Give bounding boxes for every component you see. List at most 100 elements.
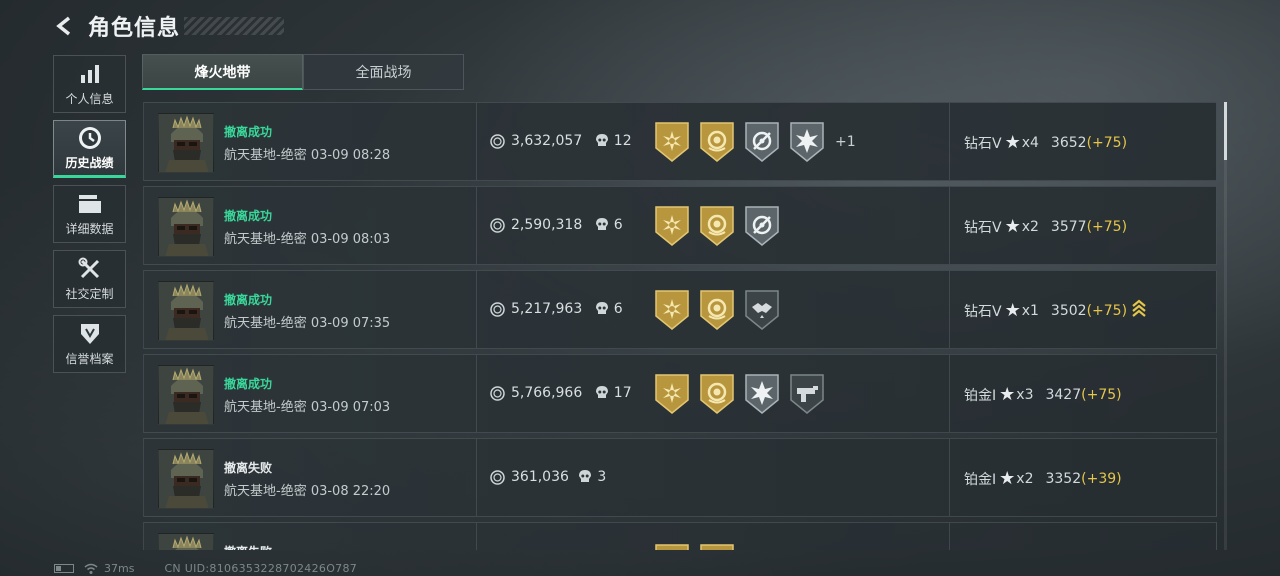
operator-avatar <box>158 449 214 509</box>
gold-sun-badge-icon[interactable] <box>654 544 690 550</box>
dark-gun-badge-icon[interactable] <box>789 374 825 414</box>
match-record-row[interactable]: 撤离成功 航天基地-绝密 03-09 07:03 5,766,966 17 铂金I ★ x3… <box>143 354 1217 433</box>
extraction-status: 撤离成功 <box>224 377 273 391</box>
rank-score: 3502 <box>1050 303 1087 319</box>
tab-full-battlefield[interactable]: 全面战场 <box>303 54 464 90</box>
scrollbar[interactable] <box>1224 102 1227 550</box>
rank-tier: 钻石V <box>964 304 1002 320</box>
achievement-badges <box>654 374 834 414</box>
coin-icon <box>490 134 505 149</box>
back-button[interactable] <box>52 13 78 39</box>
match-record-row[interactable]: 撤离成功 航天基地-绝密 03-09 07:35 5,217,963 6 钻石V ★ x1 3… <box>143 270 1217 349</box>
map-and-time: 航天基地-绝密 03-09 08:28 <box>224 148 391 163</box>
star-count: x4 <box>1021 135 1039 151</box>
loot-value: 5,217,963 <box>511 301 583 317</box>
star-icon: ★ <box>999 468 1016 489</box>
tab-warfire-zone[interactable]: 烽火地带 <box>142 54 303 90</box>
scroll-thumb[interactable] <box>1224 102 1227 160</box>
star-count: x2 <box>1016 471 1034 487</box>
achievement-badges <box>654 206 789 246</box>
achievement-badges <box>654 290 789 330</box>
map-and-time: 航天基地-绝密 03-09 07:35 <box>224 316 391 331</box>
silver-burst-badge-icon[interactable] <box>744 374 780 414</box>
sidebar: 个人信息 历史战绩 详细数据 社交定制 信誉档案 <box>53 55 127 380</box>
column-divider <box>476 103 477 180</box>
skull-icon <box>595 133 609 149</box>
operator-avatar <box>158 281 214 341</box>
extraction-status: 撤离成功 <box>224 293 273 307</box>
rank-up-chevron-icon <box>1132 298 1146 318</box>
operator-avatar <box>158 365 214 425</box>
gold-sun-badge-icon[interactable] <box>654 206 690 246</box>
star-icon: ★ <box>1004 300 1021 321</box>
match-history-list: 撤离成功 航天基地-绝密 03-09 08:28 3,632,057 12 +1 钻石V ★… <box>143 102 1217 550</box>
gold-wreath-badge-icon[interactable] <box>699 122 735 162</box>
dark-handshake-badge-icon[interactable] <box>744 290 780 330</box>
rank-tier: 钻石V <box>964 136 1002 152</box>
skull-icon <box>595 385 609 401</box>
match-record-row[interactable]: 撤离失败 航天基地-绝密 03-08 22:20 361,036 3 铂金I ★ x2 335… <box>143 438 1217 517</box>
gold-wreath-badge-icon[interactable] <box>699 290 735 330</box>
score-delta: (+75) <box>1086 219 1128 235</box>
kill-count: 3 <box>597 469 607 485</box>
match-record-row[interactable]: 撤离成功 航天基地-绝密 03-09 08:03 2,590,318 6 钻石V ★ x2 3… <box>143 186 1217 265</box>
match-record-row[interactable]: 撤离成功 航天基地-绝密 03-09 08:28 3,632,057 12 +1 钻石V ★… <box>143 102 1217 181</box>
title-decoration <box>184 17 285 35</box>
back-arrow-icon <box>56 16 71 36</box>
match-record-row[interactable]: 撤离失败 <box>143 522 1217 550</box>
score-delta: (+75) <box>1081 387 1122 403</box>
score-delta: (+75) <box>1086 303 1128 319</box>
loot-value: 361,036 <box>511 469 569 485</box>
column-divider <box>476 523 477 550</box>
rank-score: 3577 <box>1050 219 1087 235</box>
gold-sun-badge-icon[interactable] <box>654 374 690 414</box>
gold-wreath-badge-icon[interactable] <box>699 544 735 550</box>
star-count: x1 <box>1021 303 1039 319</box>
gold-sun-badge-icon[interactable] <box>654 290 690 330</box>
mode-tabs: 烽火地带 全面战场 <box>142 54 464 90</box>
user-uid: CN UID:8106353228702426O787 <box>164 562 358 575</box>
wifi-icon <box>84 563 98 574</box>
column-divider <box>949 271 950 348</box>
map-and-time: 航天基地-绝密 03-08 22:20 <box>224 484 391 499</box>
silver-target-badge-icon[interactable] <box>744 122 780 162</box>
bar-chart-icon <box>77 62 103 86</box>
achievement-badges: +1 <box>654 122 856 162</box>
column-divider <box>476 355 477 432</box>
sidebar-item-personal-info[interactable]: 个人信息 <box>53 55 126 113</box>
skull-icon <box>578 469 592 485</box>
gold-wreath-badge-icon[interactable] <box>699 206 735 246</box>
clock-icon <box>77 126 103 150</box>
sidebar-item-label: 个人信息 <box>65 91 114 106</box>
kill-count: 17 <box>613 385 632 401</box>
sidebar-item-history[interactable]: 历史战绩 <box>53 120 126 178</box>
operator-avatar <box>158 533 214 550</box>
extraction-status: 撤离成功 <box>224 125 273 139</box>
star-count: x3 <box>1016 387 1034 403</box>
sidebar-item-detailed-data[interactable]: 详细数据 <box>53 185 126 243</box>
column-divider <box>949 103 950 180</box>
sidebar-item-label: 信誉档案 <box>65 351 114 366</box>
coin-icon <box>490 386 505 401</box>
rank-tier: 钻石V <box>964 220 1002 236</box>
loot-value: 3,632,057 <box>511 133 583 149</box>
silver-burst-badge-icon[interactable] <box>789 122 825 162</box>
status-bar: 37ms CN UID:8106353228702426O787 <box>54 561 357 576</box>
sidebar-item-social-custom[interactable]: 社交定制 <box>53 250 126 308</box>
silver-target-badge-icon[interactable] <box>744 206 780 246</box>
sidebar-item-reputation[interactable]: 信誉档案 <box>53 315 126 373</box>
more-badges-count[interactable]: +1 <box>835 134 856 150</box>
coin-icon <box>490 302 505 317</box>
achievement-badges <box>654 544 744 550</box>
shield-icon <box>77 322 103 346</box>
score-delta: (+39) <box>1081 471 1122 487</box>
loot-value: 5,766,966 <box>511 385 583 401</box>
column-divider <box>476 271 477 348</box>
column-divider <box>949 355 950 432</box>
operator-avatar <box>158 197 214 257</box>
gold-sun-badge-icon[interactable] <box>654 122 690 162</box>
column-divider <box>476 187 477 264</box>
star-icon: ★ <box>999 384 1016 405</box>
rank-info: 钻石V ★ x1 3502 (+75) <box>964 301 1127 321</box>
gold-wreath-badge-icon[interactable] <box>699 374 735 414</box>
